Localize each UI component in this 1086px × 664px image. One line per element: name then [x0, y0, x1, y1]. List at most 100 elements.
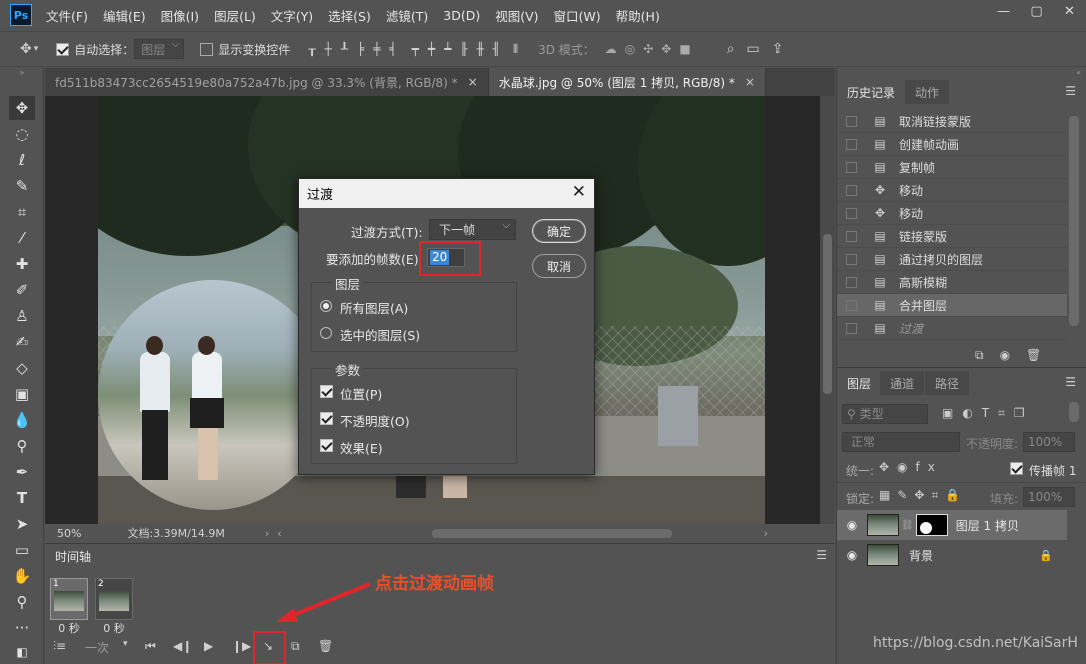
history-item[interactable]: ▤ 复制帧 [837, 156, 1067, 179]
unify-icons[interactable]: ✥◉fx [879, 460, 943, 474]
menu-select[interactable]: 选择(S) [328, 6, 371, 25]
path-select-icon[interactable]: ➤ [9, 512, 35, 536]
menu-image[interactable]: 图像(I) [161, 6, 199, 25]
color-swatches-icon[interactable]: ◧ [9, 640, 35, 664]
close-icon[interactable]: ✕ [572, 182, 586, 202]
lock-icons[interactable]: ▦✎✥⌗🔒 [879, 488, 967, 503]
layer-filter-icons[interactable]: ▣◐T⌗❐ [942, 406, 1034, 421]
all-layers-radio[interactable] [320, 300, 332, 312]
clone-stamp-icon[interactable]: ♙ [9, 304, 35, 328]
pen-icon[interactable]: ✒ [9, 460, 35, 484]
menu-window[interactable]: 窗口(W) [554, 6, 601, 25]
share-icon[interactable]: ⇪ [772, 41, 784, 57]
history-footer-icons[interactable]: ⧉◉🗑 [975, 348, 1057, 363]
history-scrollbar[interactable] [1069, 116, 1079, 326]
menu-3d[interactable]: 3D(D) [443, 8, 480, 23]
eye-icon[interactable]: ◉ [837, 548, 867, 562]
selected-layers-radio[interactable] [320, 327, 332, 339]
effects-checkbox[interactable] [320, 439, 333, 452]
doc-tab-1[interactable]: fd511b83473cc2654519e80a752a47b.jpg @ 33… [45, 68, 489, 96]
frame-delay[interactable]: 0 秒 [50, 620, 88, 636]
move-tool-icon[interactable]: ✥ [20, 41, 32, 57]
panel-menu-icon[interactable]: ☰ [816, 548, 827, 562]
doc-tab-2[interactable]: 水晶球.jpg @ 50% (图层 1 拷贝, RGB/8) * × [488, 68, 766, 96]
eraser-icon[interactable]: ◇ [9, 356, 35, 380]
eyedropper-icon[interactable]: ⁄ [9, 226, 35, 250]
brush-icon[interactable]: ✐ [9, 278, 35, 302]
distribute-buttons[interactable]: ┯┿┷╟╫╢ [412, 42, 509, 56]
show-transform-checkbox[interactable] [200, 42, 214, 56]
chevron-down-icon[interactable]: ▾ [34, 44, 39, 54]
close-window-icon[interactable]: ✕ [1053, 0, 1086, 26]
history-item[interactable]: ▤ 通过拷贝的图层 [837, 248, 1067, 271]
opacity-input[interactable]: 100% [1023, 432, 1075, 452]
minimize-icon[interactable]: — [987, 0, 1020, 26]
zoom-level[interactable]: 50% [57, 527, 81, 540]
layer-row[interactable]: ◉ 背景 🔒 [837, 540, 1067, 570]
restore-icon[interactable]: ▢ [1020, 0, 1053, 26]
selected-layers-label[interactable]: 选中的图层(S) [340, 325, 420, 344]
panel-menu-icon[interactable]: ☰ [1065, 375, 1076, 389]
all-layers-label[interactable]: 所有图层(A) [340, 298, 408, 317]
ok-button[interactable]: 确定 [532, 219, 586, 243]
tab-channels[interactable]: 通道 [880, 371, 925, 395]
duplicate-frame-icon[interactable]: ⧉ [291, 639, 300, 654]
frame-1[interactable]: 1 [50, 578, 88, 620]
collapse-icon[interactable]: « [837, 68, 1086, 78]
history-item[interactable]: ▤ 取消链接蒙版 [837, 110, 1067, 133]
layer-row[interactable]: ◉ ⛓ 图层 1 拷贝 [837, 510, 1067, 540]
first-frame-icon[interactable]: ⏮ [145, 639, 156, 654]
auto-select-dropdown[interactable]: 图层 [134, 39, 185, 59]
auto-align-icon[interactable]: ⫴ [513, 42, 518, 57]
menu-file[interactable]: 文件(F) [46, 6, 88, 25]
next-frame-icon[interactable]: ❙▶ [232, 639, 251, 653]
crop-icon[interactable]: ⌗ [9, 200, 35, 224]
chevron-down-icon[interactable]: ▾ [123, 639, 128, 649]
history-item[interactable]: ▤ 链接蒙版 [837, 225, 1067, 248]
close-icon[interactable]: × [468, 75, 478, 89]
frame-delay[interactable]: 0 秒 [95, 620, 133, 636]
history-brush-icon[interactable]: ✍ [9, 330, 35, 354]
menu-filter[interactable]: 滤镜(T) [386, 6, 428, 25]
menu-edit[interactable]: 编辑(E) [103, 6, 146, 25]
play-icon[interactable]: ▶ [204, 639, 213, 653]
opacity-label[interactable]: 不透明度(O) [340, 411, 410, 430]
position-label[interactable]: 位置(P) [340, 384, 382, 403]
cancel-button[interactable]: 取消 [532, 254, 586, 278]
history-item[interactable]: ✥ 移动 [837, 179, 1067, 202]
history-item[interactable]: ▤ 高斯模糊 [837, 271, 1067, 294]
layers-scrollbar[interactable] [1069, 402, 1079, 422]
history-item[interactable]: ▤ 创建帧动画 [837, 133, 1067, 156]
prev-frame-icon[interactable]: ◀❙ [173, 639, 192, 653]
hand-icon[interactable]: ✋ [9, 564, 35, 588]
tab-history[interactable]: 历史记录 [837, 80, 906, 104]
gradient-icon[interactable]: ▣ [9, 382, 35, 406]
menu-layer[interactable]: 图层(L) [214, 6, 256, 25]
rectangle-icon[interactable]: ▭ [9, 538, 35, 562]
menu-view[interactable]: 视图(V) [495, 6, 538, 25]
history-item-selected[interactable]: ▤ 合并图层 [837, 294, 1067, 317]
layer-filter-select[interactable]: ⚲ 类型 [842, 404, 928, 424]
type-icon[interactable]: T [9, 486, 35, 510]
history-item[interactable]: ▤ 过渡 [837, 317, 1067, 340]
healing-brush-icon[interactable]: ✚ [9, 252, 35, 276]
eye-icon[interactable]: ◉ [837, 518, 867, 532]
quick-select-icon[interactable]: ✎ [9, 174, 35, 198]
move-tool-icon[interactable]: ✥ [9, 96, 35, 120]
workspace-icon[interactable]: ▭ [747, 41, 760, 57]
propagate-checkbox[interactable] [1010, 462, 1023, 475]
delete-frame-icon[interactable]: 🗑 [318, 639, 333, 653]
dodge-icon[interactable]: ⚲ [9, 434, 35, 458]
more-tools-icon[interactable]: ··· [9, 616, 35, 640]
vertical-scrollbar[interactable] [820, 96, 835, 524]
menu-help[interactable]: 帮助(H) [616, 6, 660, 25]
zoom-icon[interactable]: ⚲ [9, 590, 35, 614]
lasso-icon[interactable]: ℓ [9, 148, 35, 172]
tab-timeline[interactable]: 时间轴 [45, 544, 102, 568]
convert-timeline-icon[interactable]: ⫶≡ [53, 639, 66, 654]
chevron-right-icon[interactable]: › [764, 527, 768, 540]
tab-paths[interactable]: 路径 [925, 371, 970, 395]
effects-label[interactable]: 效果(E) [340, 438, 383, 457]
ellipse-marquee-icon[interactable]: ◌ [9, 122, 35, 146]
position-checkbox[interactable] [320, 385, 333, 398]
